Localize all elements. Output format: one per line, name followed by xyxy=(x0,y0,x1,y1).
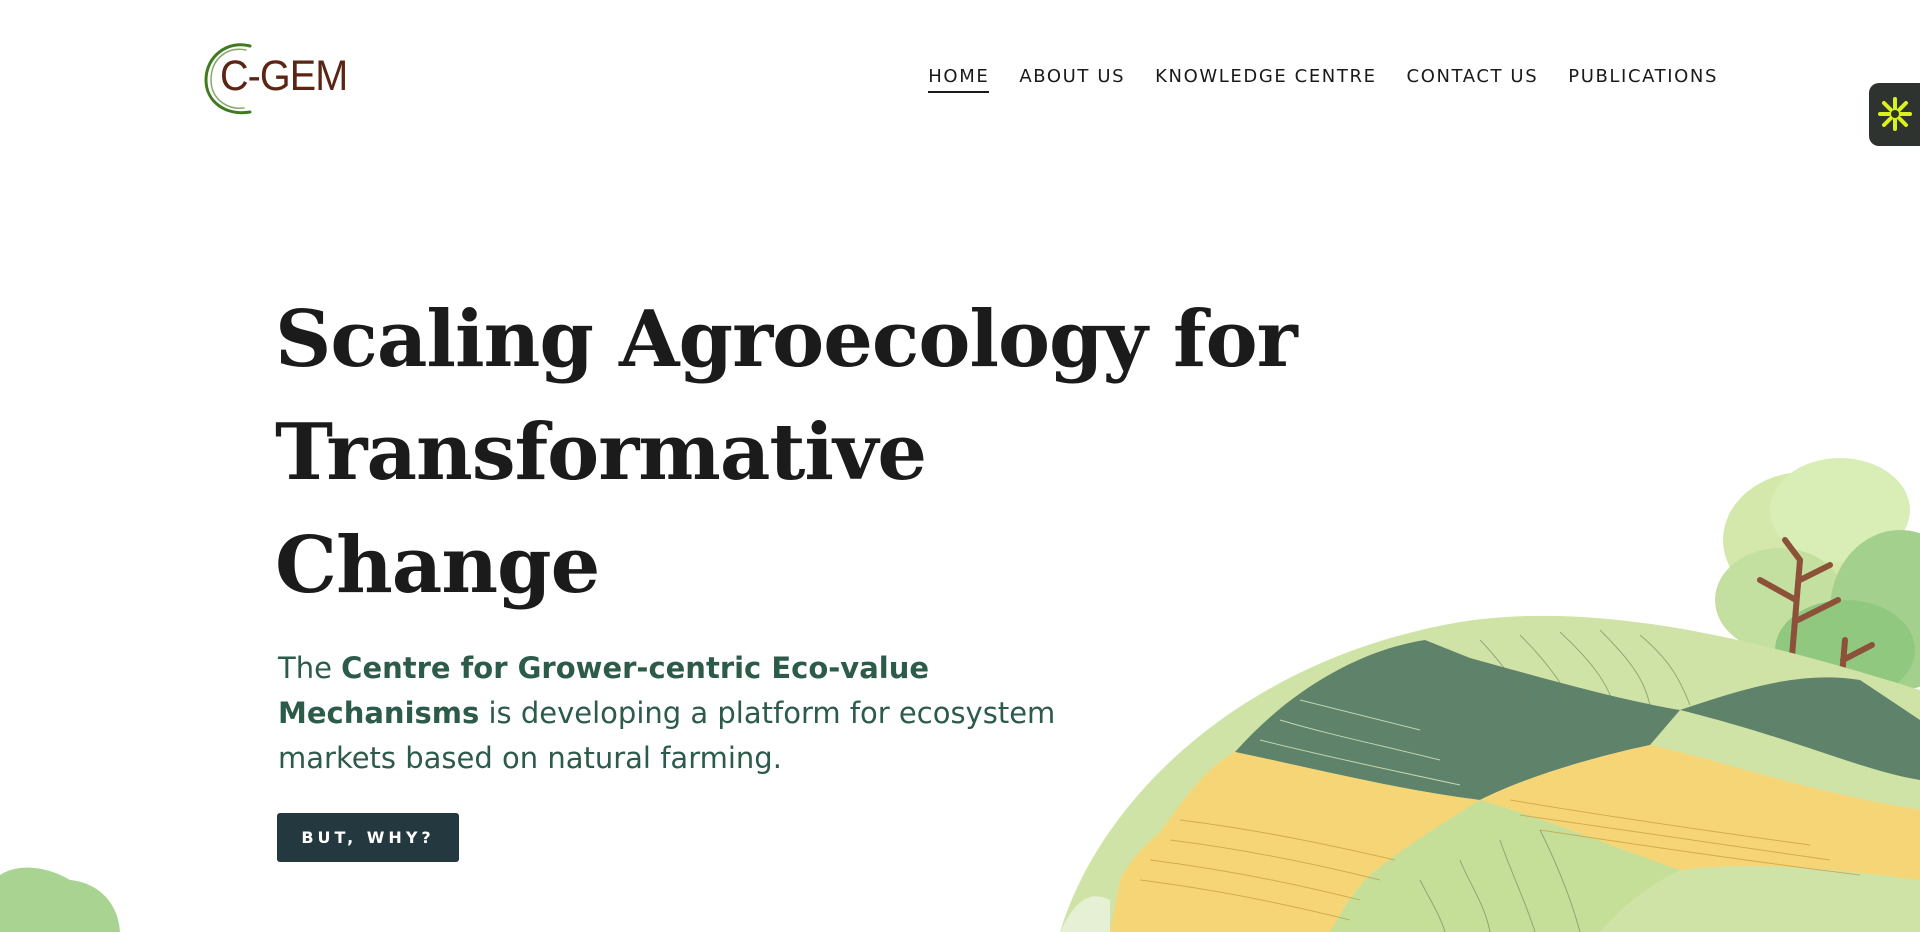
nav-publications[interactable]: PUBLICATIONS xyxy=(1568,66,1718,93)
hero-headline: Scaling Agroecology for Transformative C… xyxy=(275,283,1375,622)
hill-fields xyxy=(1060,615,1920,932)
logo-text: C-GEM xyxy=(220,52,348,100)
hero-intro: The Centre for Grower-centric Eco-value … xyxy=(278,646,1098,781)
accessibility-widget-button[interactable] xyxy=(1869,83,1920,146)
but-why-button[interactable]: BUT, WHY? xyxy=(277,813,459,862)
trees xyxy=(1715,458,1920,703)
headline-line-1: Scaling Agroecology for xyxy=(275,294,1298,385)
headline-line-2: Transformative xyxy=(275,407,927,498)
nav-contact-us[interactable]: CONTACT US xyxy=(1407,66,1539,93)
nav-home[interactable]: HOME xyxy=(928,66,990,93)
headline-line-3: Change xyxy=(275,520,600,611)
main-nav: HOME ABOUT US KNOWLEDGE CENTRE CONTACT U… xyxy=(928,66,1718,93)
bush-left xyxy=(0,867,120,932)
intro-prefix: The xyxy=(278,651,332,685)
asterisk-icon xyxy=(1878,97,1912,131)
nav-knowledge-centre[interactable]: KNOWLEDGE CENTRE xyxy=(1155,66,1376,93)
c-gem-logo[interactable]: C-GEM xyxy=(198,38,358,120)
nav-about-us[interactable]: ABOUT US xyxy=(1019,66,1125,93)
